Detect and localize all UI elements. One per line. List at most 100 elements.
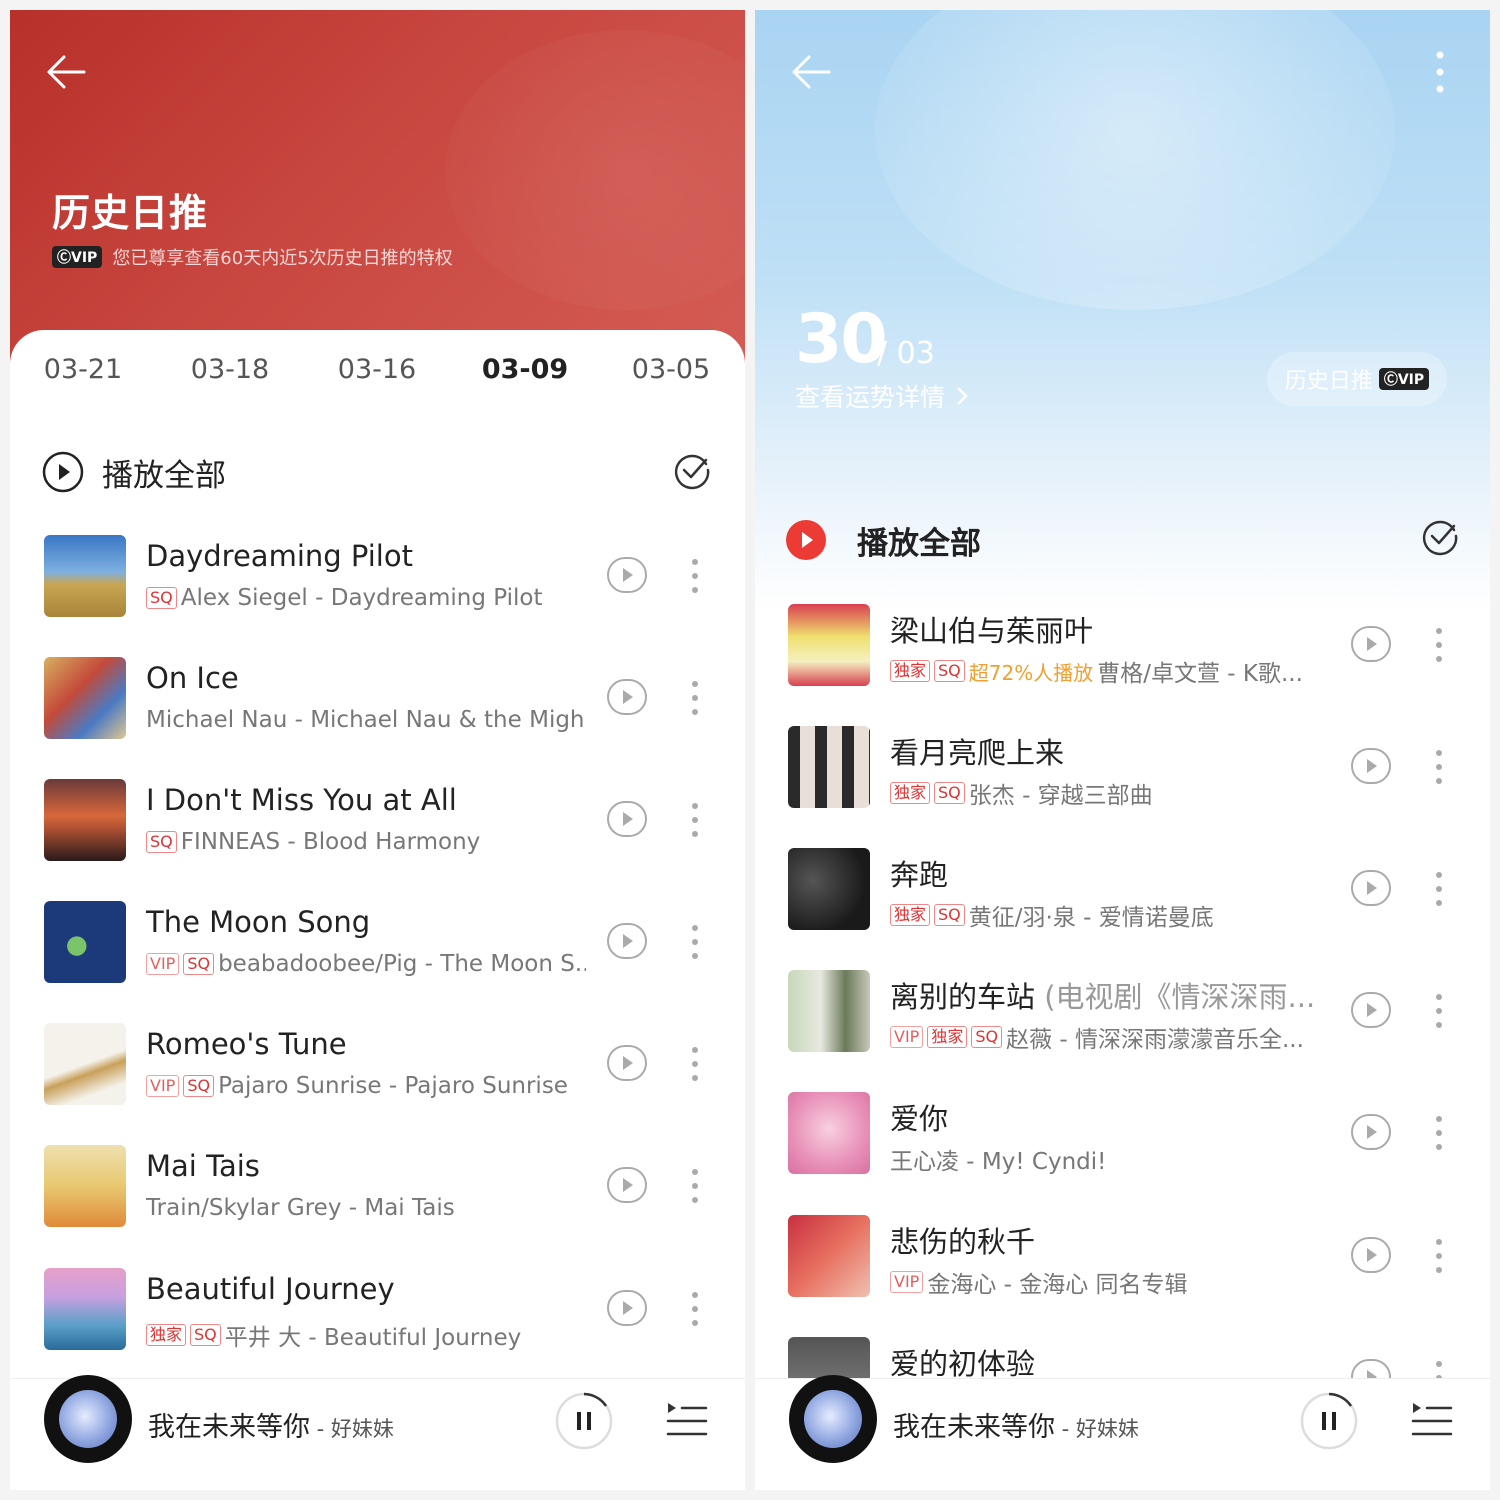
play-video-icon[interactable] xyxy=(606,1165,648,1205)
more-options-icon[interactable] xyxy=(1434,1237,1444,1275)
song-row[interactable]: The Moon Song VIP SQ beabadoobee/Pig - The… xyxy=(44,901,714,1001)
sq-tag: SQ xyxy=(934,904,965,926)
play-all-label[interactable]: 播放全部 xyxy=(857,518,981,563)
exclusive-tag: 独家 xyxy=(927,1026,968,1048)
more-options-icon[interactable] xyxy=(1434,1114,1444,1152)
play-video-icon[interactable] xyxy=(1350,1112,1392,1152)
song-title: On Ice xyxy=(146,661,239,695)
play-video-icon[interactable] xyxy=(1350,624,1392,664)
more-options-icon[interactable] xyxy=(690,1045,700,1083)
song-title: Beautiful Journey xyxy=(146,1272,395,1306)
more-vertical-icon[interactable] xyxy=(1435,50,1445,94)
multi-select-icon[interactable] xyxy=(1420,516,1460,556)
history-recommend-button[interactable]: 历史日推 ⒸVIP xyxy=(1267,352,1447,406)
play-all-row[interactable]: 播放全部 xyxy=(785,510,1460,570)
tab-date[interactable]: 03-18 xyxy=(175,354,285,385)
pause-icon[interactable] xyxy=(1299,1391,1359,1451)
song-row[interactable]: On Ice Michael Nau - Michael Nau & the M… xyxy=(44,657,714,757)
song-title: Mai Tais xyxy=(146,1149,260,1183)
song-row[interactable]: 悲伤的秋千 VIP 金海心 - 金海心 同名专辑 xyxy=(788,1215,1460,1315)
album-cover xyxy=(788,1215,870,1297)
more-options-icon[interactable] xyxy=(690,801,700,839)
artist-album: 黄征/羽·泉 - 爱情诺曼底 xyxy=(968,905,1214,931)
song-meta: 独家 SQ 超72%人播放 曹格/卓文萱 - K歌... xyxy=(890,654,1330,688)
album-cover xyxy=(788,1092,870,1174)
sq-tag: SQ xyxy=(146,587,177,609)
more-options-icon[interactable] xyxy=(1434,992,1444,1030)
now-playing-artist: - 好妹妹 xyxy=(310,1417,394,1441)
back-arrow-icon[interactable] xyxy=(789,52,833,92)
album-cover xyxy=(788,970,870,1052)
tab-date[interactable]: 03-05 xyxy=(616,354,726,385)
now-playing-text[interactable]: 我在未来等你 - 好妹妹 xyxy=(148,1405,394,1444)
tab-date-active[interactable]: 03-09 xyxy=(470,354,580,385)
album-cover xyxy=(44,779,126,861)
more-options-icon[interactable] xyxy=(1434,626,1444,664)
play-video-icon[interactable] xyxy=(1350,746,1392,786)
vip-privilege-note: ⒸVIP 您已尊享查看60天内近5次历史日推的特权 xyxy=(52,244,453,270)
more-options-icon[interactable] xyxy=(690,557,700,595)
play-video-icon[interactable] xyxy=(606,1288,648,1328)
playlist-queue-icon[interactable] xyxy=(666,1399,708,1443)
tab-date[interactable]: 03-16 xyxy=(322,354,432,385)
song-row[interactable]: 看月亮爬上来 独家 SQ 张杰 - 穿越三部曲 xyxy=(788,726,1460,826)
song-row[interactable]: 离别的车站 (电视剧《情深深雨... VIP 独家 SQ 赵薇 - 情深深雨濛濛音乐全… xyxy=(788,970,1460,1070)
song-row[interactable]: 爱你 王心凌 - My! Cyndi! xyxy=(788,1092,1460,1192)
chevron-right-icon xyxy=(957,387,968,405)
vip-badge: ⒸVIP xyxy=(1378,368,1430,390)
multi-select-icon[interactable] xyxy=(672,450,712,490)
song-meta: 独家 SQ 平井 大 - Beautiful Journey xyxy=(146,1318,586,1352)
play-video-icon[interactable] xyxy=(1350,868,1392,908)
play-all-label[interactable]: 播放全部 xyxy=(102,450,226,495)
play-all-row[interactable]: 播放全部 xyxy=(42,442,712,502)
more-options-icon[interactable] xyxy=(1434,870,1444,908)
play-circle-icon[interactable] xyxy=(42,451,84,493)
now-playing-disc[interactable] xyxy=(44,1375,132,1463)
vip-tag: VIP xyxy=(890,1026,924,1048)
play-circle-icon[interactable] xyxy=(785,519,827,561)
fortune-link[interactable]: 查看运势详情 xyxy=(795,378,969,414)
play-video-icon[interactable] xyxy=(606,555,648,595)
play-video-icon[interactable] xyxy=(606,677,648,717)
more-options-icon[interactable] xyxy=(690,679,700,717)
now-playing-bar[interactable]: 我在未来等你 - 好妹妹 xyxy=(755,1375,1490,1490)
song-row[interactable]: 奔跑 独家 SQ 黄征/羽·泉 - 爱情诺曼底 xyxy=(788,848,1460,948)
artist-album: Alex Siegel - Daydreaming Pilot xyxy=(180,585,543,611)
song-row[interactable]: Romeo's Tune VIP SQ Pajaro Sunrise - Pajar… xyxy=(44,1023,714,1123)
artist-album: FINNEAS - Blood Harmony xyxy=(180,829,481,855)
more-options-icon[interactable] xyxy=(690,1167,700,1205)
album-cover xyxy=(788,604,870,686)
song-title: 离别的车站 (电视剧《情深深雨... xyxy=(890,974,1350,1016)
vip-tag: VIP xyxy=(890,1271,924,1293)
album-cover xyxy=(44,1268,126,1350)
pause-icon[interactable] xyxy=(554,1391,614,1451)
now-playing-bar[interactable]: 我在未来等你 - 好妹妹 xyxy=(10,1375,745,1490)
song-row[interactable]: Daydreaming Pilot SQ Alex Siegel - Daydre… xyxy=(44,535,714,635)
song-row[interactable]: Beautiful Journey 独家 SQ 平井 大 - Beautiful J… xyxy=(44,1268,714,1368)
album-cover xyxy=(788,726,870,808)
more-options-icon[interactable] xyxy=(690,1290,700,1328)
artist-album: Train/Skylar Grey - Mai Tais xyxy=(146,1195,455,1221)
song-row[interactable]: 梁山伯与茱丽叶 独家 SQ 超72%人播放 曹格/卓文萱 - K歌... xyxy=(788,604,1460,704)
song-meta: VIP 金海心 - 金海心 同名专辑 xyxy=(890,1265,1330,1299)
song-row[interactable]: I Don't Miss You at All SQ FINNEAS - Bloo… xyxy=(44,779,714,879)
tab-date[interactable]: 03-21 xyxy=(28,354,138,385)
now-playing-disc[interactable] xyxy=(789,1375,877,1463)
back-arrow-icon[interactable] xyxy=(44,52,88,92)
song-title-main: 离别的车站 xyxy=(890,980,1036,1014)
vip-tag: VIP xyxy=(146,953,180,975)
song-meta: SQ FINNEAS - Blood Harmony xyxy=(146,829,586,855)
song-title: Romeo's Tune xyxy=(146,1027,347,1061)
play-video-icon[interactable] xyxy=(606,799,648,839)
play-video-icon[interactable] xyxy=(606,921,648,961)
play-video-icon[interactable] xyxy=(1350,1235,1392,1275)
more-options-icon[interactable] xyxy=(1434,748,1444,786)
now-playing-text[interactable]: 我在未来等你 - 好妹妹 xyxy=(893,1405,1139,1444)
playlist-queue-icon[interactable] xyxy=(1411,1399,1453,1443)
song-row[interactable]: Mai Tais Train/Skylar Grey - Mai Tais xyxy=(44,1145,714,1245)
play-video-icon[interactable] xyxy=(1350,990,1392,1030)
play-video-icon[interactable] xyxy=(606,1043,648,1083)
artist-album: 金海心 - 金海心 同名专辑 xyxy=(927,1272,1188,1298)
more-options-icon[interactable] xyxy=(690,923,700,961)
daily-recommend-screen: 30 / 03 查看运势详情 历史日推 ⒸVIP 播放全部 梁山伯与茱丽叶 独家 S… xyxy=(755,10,1490,1490)
